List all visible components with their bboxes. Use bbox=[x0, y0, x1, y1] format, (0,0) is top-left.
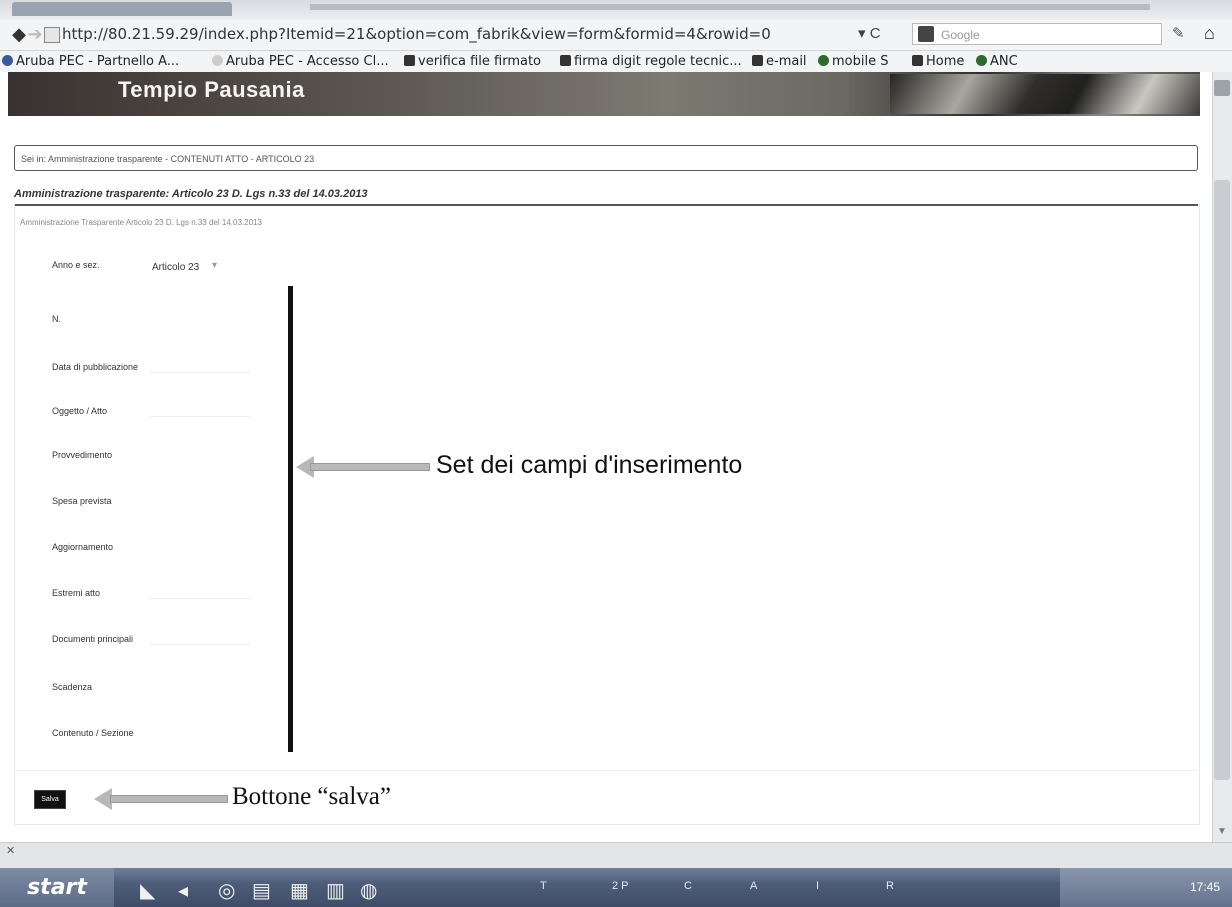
taskbar-item[interactable]: R bbox=[886, 880, 894, 892]
field-input[interactable] bbox=[150, 644, 250, 645]
home-icon[interactable]: ⌂ bbox=[1204, 23, 1215, 44]
field-label: Data di pubblicazione bbox=[52, 362, 139, 372]
taskbar-item[interactable]: A bbox=[750, 880, 757, 892]
quicklaunch-icon[interactable]: ◍ bbox=[360, 878, 377, 903]
field-label: Oggetto / Atto bbox=[52, 406, 108, 416]
start-button[interactable]: start bbox=[0, 868, 114, 907]
annotation-button-note: Bottone “salva” bbox=[232, 783, 391, 810]
chevron-down-icon[interactable]: ▾ bbox=[212, 260, 217, 271]
type-select[interactable]: Articolo 23 bbox=[152, 262, 199, 273]
quicklaunch-icon[interactable]: ▥ bbox=[326, 878, 345, 903]
bookmark-icon bbox=[976, 55, 987, 66]
annotation-fields-note: Set dei campi d'inserimento bbox=[436, 451, 743, 479]
taskbar-item[interactable]: C bbox=[684, 880, 692, 892]
bookmark-item[interactable]: mobile S bbox=[818, 51, 888, 72]
annotation-bracket-line bbox=[288, 286, 293, 752]
quicklaunch-icon[interactable]: ◎ bbox=[218, 878, 235, 903]
field-input[interactable] bbox=[150, 598, 250, 599]
bookmark-label: mobile S bbox=[832, 54, 889, 69]
field-label: Anno e sez. bbox=[52, 260, 100, 270]
bookmark-item[interactable]: verifica file firmato bbox=[404, 51, 541, 72]
bookmark-label: ANC bbox=[990, 54, 1018, 69]
bookmark-label: e-mail bbox=[766, 54, 807, 69]
quicklaunch-icon[interactable]: ◣ bbox=[140, 878, 155, 903]
quicklaunch-icon[interactable]: ◂ bbox=[178, 878, 188, 903]
scroll-down-icon[interactable]: ▼ bbox=[1214, 826, 1230, 838]
taskbar-item[interactable]: 2 P bbox=[612, 880, 629, 892]
site-title: Tempio Pausania bbox=[118, 77, 305, 102]
pen-icon[interactable]: ✎ bbox=[1172, 24, 1185, 42]
title-bar-fill bbox=[310, 4, 1150, 10]
bookmark-label: Aruba PEC - Accesso Cl... bbox=[226, 54, 389, 69]
bookmark-icon bbox=[212, 55, 223, 66]
address-bar[interactable]: http://80.21.59.29/index.php?Itemid=21&o… bbox=[62, 23, 842, 45]
bookmark-item[interactable]: Aruba PEC - Accesso Cl... bbox=[212, 51, 389, 72]
annotation-arrow bbox=[310, 463, 430, 471]
scrollbar-thumb[interactable] bbox=[1214, 180, 1230, 780]
taskbar-item[interactable]: I bbox=[816, 880, 819, 892]
bookmark-item[interactable]: ANC bbox=[976, 51, 1018, 72]
field-label: Spesa prevista bbox=[52, 496, 112, 506]
bookmark-item[interactable]: Home bbox=[912, 51, 964, 72]
bookmark-icon bbox=[404, 55, 415, 66]
field-label: Documenti principali bbox=[52, 634, 134, 644]
form-heading: Amministrazione Trasparente Articolo 23 … bbox=[20, 218, 262, 227]
field-label: Contenuto / Sezione bbox=[52, 728, 134, 738]
divider bbox=[14, 770, 1198, 771]
field-label: Provvedimento bbox=[52, 450, 113, 460]
forward-arrow-icon[interactable]: ➔ bbox=[24, 24, 46, 44]
page-title: Amministrazione trasparente: Articolo 23… bbox=[14, 184, 1198, 206]
scroll-up-button[interactable] bbox=[1214, 80, 1230, 96]
bookmark-label: verifica file firmato bbox=[418, 54, 541, 69]
taskbar-item[interactable]: T bbox=[540, 880, 547, 892]
bookmarks-bar: Aruba PEC - Partnello A... Aruba PEC - A… bbox=[0, 51, 1232, 72]
bookmark-icon bbox=[2, 55, 13, 66]
field-label: N. bbox=[52, 314, 61, 324]
bookmark-item[interactable]: firma digit regole tecnic... bbox=[560, 51, 742, 72]
field-input[interactable] bbox=[150, 372, 250, 373]
field-label: Scadenza bbox=[52, 682, 93, 692]
banner-image bbox=[890, 74, 1200, 114]
bookmark-item[interactable]: Aruba PEC - Partnello A... bbox=[2, 51, 179, 72]
annotation-arrow bbox=[110, 795, 228, 803]
quicklaunch-icon[interactable]: ▦ bbox=[290, 878, 309, 903]
bookmark-icon bbox=[912, 55, 923, 66]
browser-status-bar bbox=[0, 842, 1232, 869]
field-label: Estremi atto bbox=[52, 588, 101, 598]
reload-icon[interactable]: ▾ C bbox=[858, 23, 881, 45]
bookmark-icon bbox=[818, 55, 829, 66]
field-label: Aggiornamento bbox=[52, 542, 114, 552]
bookmark-icon bbox=[560, 55, 571, 66]
search-input[interactable]: Google bbox=[912, 23, 1162, 45]
clock: 17:45 bbox=[1190, 880, 1221, 894]
quicklaunch-icon[interactable]: ▤ bbox=[252, 878, 271, 903]
bookmark-label: Home bbox=[926, 54, 965, 69]
form-panel bbox=[14, 204, 1200, 825]
google-icon bbox=[918, 26, 934, 42]
bookmark-icon bbox=[752, 55, 763, 66]
page-favicon-icon bbox=[44, 27, 60, 43]
save-button[interactable]: Salva bbox=[34, 790, 66, 809]
breadcrumb: Sei in: Amministrazione trasparente - CO… bbox=[14, 145, 1198, 171]
close-icon[interactable]: ✕ bbox=[6, 844, 15, 857]
browser-tab[interactable] bbox=[12, 2, 232, 16]
field-input[interactable] bbox=[150, 416, 250, 417]
bookmark-item[interactable]: e-mail bbox=[752, 51, 807, 72]
bookmark-label: firma digit regole tecnic... bbox=[574, 54, 742, 69]
bookmark-label: Aruba PEC - Partnello A... bbox=[16, 54, 180, 69]
